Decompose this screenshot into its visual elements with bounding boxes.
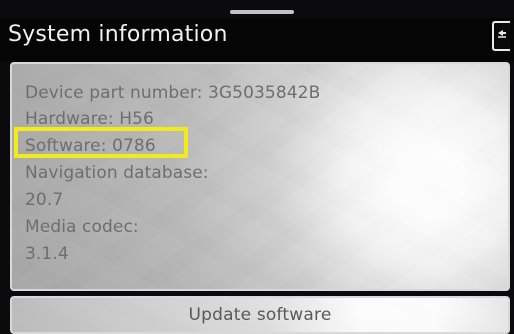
hardware-text: Hardware: H56: [25, 109, 154, 129]
update-software-button[interactable]: Update software: [10, 296, 510, 334]
back-icon: [498, 30, 506, 38]
media-codec-label: Media codec:: [25, 217, 139, 237]
media-codec-value: 3.1.4: [25, 244, 69, 264]
device-part-number-text: Device part number: 3G5035842B: [25, 83, 321, 103]
navigation-database-value: 20.7: [25, 190, 64, 210]
system-information-screen: System information Device part number: 3…: [0, 0, 514, 334]
navigation-database-label: Navigation database:: [25, 163, 209, 183]
software-text: Software: 0786: [25, 136, 156, 156]
page-title: System information: [8, 22, 228, 47]
back-button[interactable]: [492, 21, 510, 51]
top-handle: [230, 10, 294, 14]
